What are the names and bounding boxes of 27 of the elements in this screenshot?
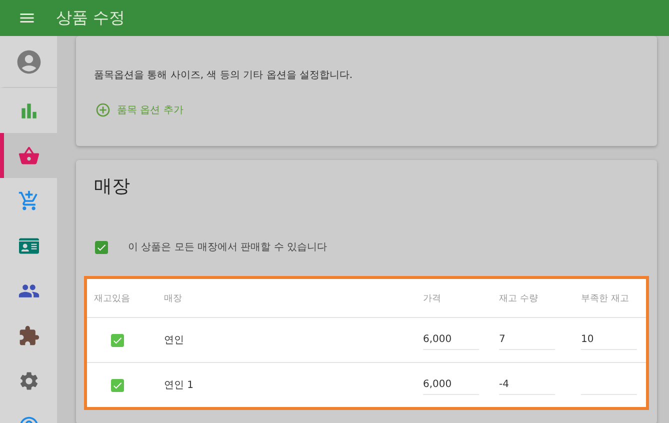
column-header: 재고있음: [93, 292, 131, 304]
cart-icon: [18, 190, 40, 212]
checkbox[interactable]: [111, 334, 124, 346]
table-cell-text: 연인 1: [164, 379, 195, 392]
column-header: 부족한 재고: [581, 292, 630, 304]
add-icon: [95, 102, 111, 118]
basket-icon: [18, 144, 40, 166]
account-icon: [14, 48, 42, 76]
input-field[interactable]: 6,000: [423, 330, 479, 350]
id-card-icon: [18, 236, 38, 256]
checkbox-label: 이 상품은 모든 매장에서 판매할 수 있습니다: [128, 241, 328, 254]
table-cell-text: 연인: [164, 334, 185, 347]
column-header: 재고 수량: [499, 292, 539, 304]
input-field[interactable]: -4: [499, 375, 555, 395]
options-description: 품목옵션을 통해 사이즈, 색 등의 기타 옵션을 설정합니다.: [93, 69, 354, 82]
page-title: 상품 수정: [56, 8, 126, 28]
settings-icon: [18, 370, 40, 392]
checkbox[interactable]: [95, 240, 108, 254]
checkbox[interactable]: [111, 378, 124, 392]
sidebar-item[interactable]: [0, 133, 57, 178]
column-header: 매장: [164, 292, 183, 304]
puzzle-icon: [18, 324, 40, 346]
column-header: 가격: [423, 292, 442, 304]
input-field[interactable]: 6,000: [423, 375, 479, 395]
card-title: 매장: [93, 175, 131, 198]
input-field[interactable]: 7: [499, 330, 555, 350]
input-field[interactable]: 10: [581, 330, 637, 350]
